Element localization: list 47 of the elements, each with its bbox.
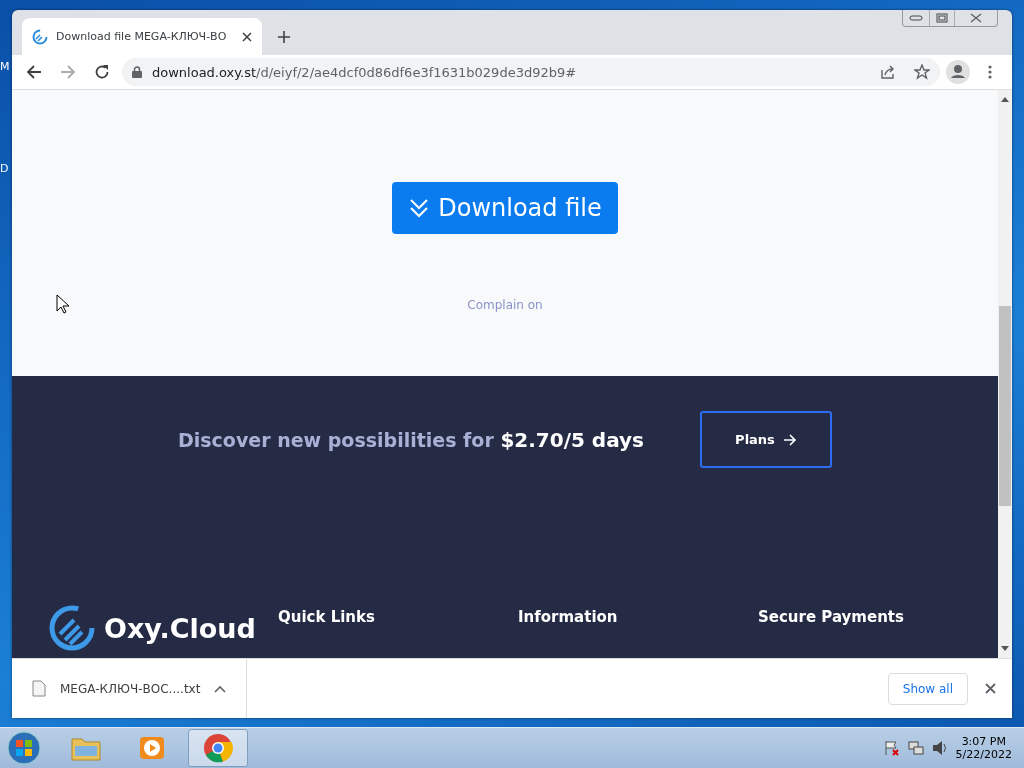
flag-icon[interactable] [883, 740, 900, 756]
footer-heading: Quick Links [278, 608, 376, 626]
logo-text: Oxy.Cloud [104, 612, 256, 644]
menu-icon[interactable] [988, 65, 992, 79]
taskbar-app[interactable] [188, 729, 248, 767]
download-item[interactable]: MEGA-КЛЮЧ-ВОС....txt [12, 659, 248, 718]
file-icon [32, 680, 46, 697]
profile-icon[interactable] [946, 60, 970, 84]
desktop-icon-label: M [0, 60, 10, 73]
desktop-icon-label: D [0, 162, 9, 175]
arrow-right-icon [782, 433, 797, 446]
play-icon [138, 735, 166, 761]
scroll-down-icon[interactable] [1001, 646, 1009, 652]
chrome-icon [203, 733, 233, 763]
caret-icon[interactable] [214, 684, 227, 693]
file-name: MEGA-КЛЮЧ-ВОС....txt [60, 681, 201, 696]
start-button[interactable] [7, 731, 41, 765]
footer-heading: Secure Payments [758, 608, 905, 626]
scroll-up-icon[interactable] [1001, 96, 1009, 102]
promo-text: Discover new possibilities for $2.70/5 days [178, 427, 644, 452]
network-icon[interactable] [907, 740, 924, 756]
cursor-icon [56, 294, 70, 314]
plans-button[interactable]: Plans [700, 411, 832, 468]
download-button[interactable]: Download file [392, 182, 618, 234]
lock-icon [132, 66, 142, 78]
browser-tab[interactable]: Download file MEGA-КЛЮЧ-ВО [22, 18, 262, 55]
footer-heading: Information [518, 608, 619, 626]
address-bar[interactable]: download.oxy.st/d/eiyf/2/ae4dcf0d86df6e3f1631b029de3d92b9# [122, 58, 940, 86]
star-icon[interactable] [914, 64, 930, 80]
scrollbar[interactable] [998, 90, 1012, 658]
clock[interactable]: 3:07 PM 5/22/2022 [955, 735, 1012, 761]
new-tab-icon[interactable] [277, 30, 291, 44]
folder-icon [71, 735, 101, 761]
cloud-logo-icon [32, 28, 48, 45]
maximize-icon[interactable] [936, 13, 948, 23]
minimize-icon[interactable] [909, 15, 923, 21]
close-icon[interactable] [242, 31, 252, 42]
back-icon[interactable] [26, 64, 42, 80]
close-icon[interactable] [969, 13, 983, 23]
cloud-logo-icon [48, 604, 96, 652]
tab-title: Download file MEGA-КЛЮЧ-ВО [56, 30, 227, 43]
share-icon[interactable] [880, 64, 896, 80]
show-all-button[interactable]: Show all [887, 672, 968, 705]
close-icon[interactable] [984, 683, 996, 694]
volume-icon[interactable] [931, 740, 948, 756]
reload-icon[interactable] [94, 64, 110, 80]
double-chevron-icon [408, 197, 431, 219]
